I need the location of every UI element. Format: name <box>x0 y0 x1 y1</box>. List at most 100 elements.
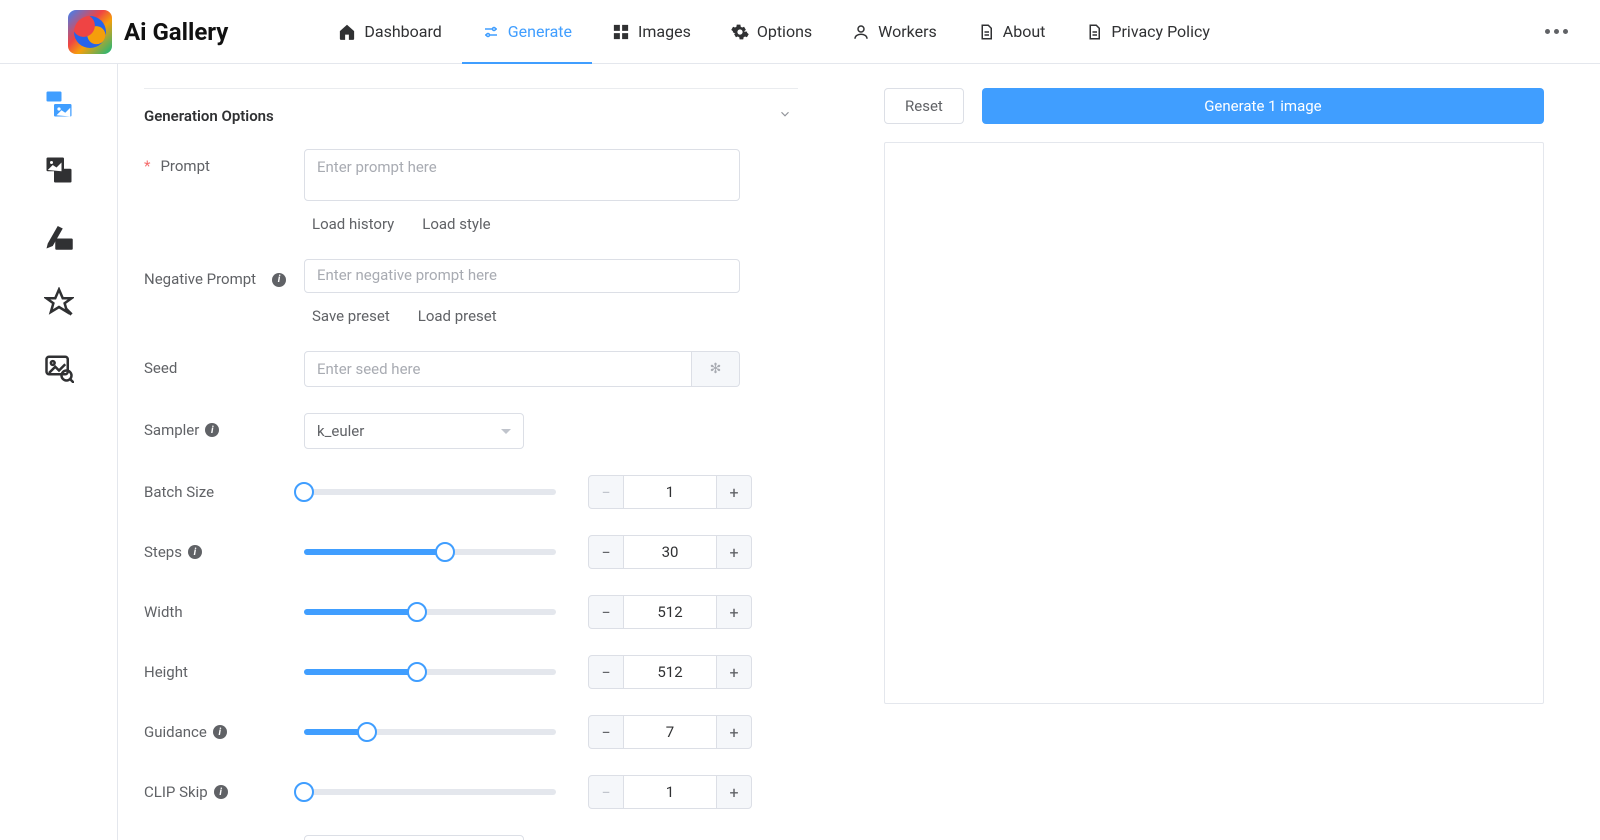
home-icon <box>338 23 356 41</box>
prompt-input[interactable] <box>304 149 740 201</box>
steps-label: Stepsi <box>144 535 304 561</box>
neg-prompt-input[interactable] <box>304 259 740 293</box>
width-slider[interactable] <box>304 609 556 615</box>
model-select[interactable]: stable_diffusion (36) <box>304 835 524 840</box>
nav-about[interactable]: About <box>957 0 1066 64</box>
batch-size-decrement: − <box>588 475 624 509</box>
slider-handle[interactable] <box>294 782 314 802</box>
topbar: Ai Gallery Dashboard Generate Images Opt… <box>0 0 1600 64</box>
steps-stepper: −30+ <box>588 535 752 569</box>
guidance-slider[interactable] <box>304 729 556 735</box>
height-decrement[interactable]: − <box>588 655 624 689</box>
nav-workers[interactable]: Workers <box>832 0 957 64</box>
guidance-increment[interactable]: + <box>716 715 752 749</box>
output-canvas <box>884 142 1544 704</box>
slider-handle[interactable] <box>407 662 427 682</box>
model-label: Modeli <box>144 835 304 840</box>
brand-logo-icon <box>68 10 112 54</box>
steps-increment[interactable]: + <box>716 535 752 569</box>
chevron-down-icon <box>778 107 792 125</box>
sidebar-interrogate[interactable] <box>43 352 75 384</box>
more-menu-button[interactable] <box>1537 21 1576 42</box>
info-icon[interactable]: i <box>214 785 228 799</box>
seed-label: Seed <box>144 351 304 377</box>
nav-label: Workers <box>878 22 937 41</box>
load-style-link[interactable]: Load style <box>422 215 490 233</box>
sidebar <box>0 64 118 840</box>
height-stepper: −512+ <box>588 655 752 689</box>
grid-icon <box>612 23 630 41</box>
load-history-link[interactable]: Load history <box>312 215 394 233</box>
nav-options[interactable]: Options <box>711 0 832 64</box>
height-value[interactable]: 512 <box>624 655 716 689</box>
height-increment[interactable]: + <box>716 655 752 689</box>
nav-label: About <box>1003 22 1046 41</box>
nav-privacy[interactable]: Privacy Policy <box>1065 0 1230 64</box>
guidance-label: Guidancei <box>144 715 304 741</box>
slider-handle[interactable] <box>357 722 377 742</box>
brand: Ai Gallery <box>68 10 228 54</box>
batch-size-increment[interactable]: + <box>716 475 752 509</box>
info-icon[interactable]: i <box>272 273 286 287</box>
nav-label: Privacy Policy <box>1111 22 1210 41</box>
height-slider[interactable] <box>304 669 556 675</box>
batch-size-stepper: −1+ <box>588 475 752 509</box>
generation-options-panel: Generation Options *Prompt Load history … <box>118 64 798 840</box>
clip-skip-increment[interactable]: + <box>716 775 752 809</box>
info-icon[interactable]: i <box>213 725 227 739</box>
steps-decrement[interactable]: − <box>588 535 624 569</box>
save-preset-link[interactable]: Save preset <box>312 307 390 325</box>
section-divider <box>144 88 798 89</box>
guidance-value[interactable]: 7 <box>624 715 716 749</box>
sidebar-inpaint[interactable] <box>43 220 75 252</box>
generate-button[interactable]: Generate 1 image <box>982 88 1544 124</box>
section-header[interactable]: Generation Options <box>144 107 798 125</box>
reset-button[interactable]: Reset <box>884 88 964 124</box>
sliders-icon <box>482 23 500 41</box>
load-preset-link[interactable]: Load preset <box>418 307 497 325</box>
steps-value[interactable]: 30 <box>624 535 716 569</box>
nav-dashboard[interactable]: Dashboard <box>318 0 461 64</box>
section-title: Generation Options <box>144 107 274 125</box>
seed-random-button[interactable]: ✻ <box>692 351 740 387</box>
clip-skip-slider[interactable] <box>304 789 556 795</box>
sidebar-text2img[interactable] <box>43 88 75 120</box>
clip-skip-label: CLIP Skipi <box>144 775 304 801</box>
nav-images[interactable]: Images <box>592 0 711 64</box>
nav-label: Images <box>638 22 691 41</box>
neg-prompt-label: Negative Prompt i <box>144 259 304 293</box>
sampler-select[interactable]: k_euler <box>304 413 524 449</box>
info-icon[interactable]: i <box>188 545 202 559</box>
steps-slider[interactable] <box>304 549 556 555</box>
clip-skip-stepper: −1+ <box>588 775 752 809</box>
top-nav: Dashboard Generate Images Options Worker… <box>318 0 1230 64</box>
width-increment[interactable]: + <box>716 595 752 629</box>
height-label: Height <box>144 655 304 681</box>
guidance-decrement[interactable]: − <box>588 715 624 749</box>
sidebar-rate[interactable] <box>43 286 75 318</box>
nav-label: Generate <box>508 22 572 41</box>
info-icon[interactable]: i <box>205 423 219 437</box>
width-label: Width <box>144 595 304 621</box>
output-panel: Reset Generate 1 image <box>798 64 1600 840</box>
slider-handle[interactable] <box>294 482 314 502</box>
random-icon: ✻ <box>710 361 722 377</box>
seed-input[interactable] <box>304 351 692 387</box>
nav-generate[interactable]: Generate <box>462 0 592 64</box>
slider-handle[interactable] <box>407 602 427 622</box>
nav-label: Dashboard <box>364 22 441 41</box>
guidance-stepper: −7+ <box>588 715 752 749</box>
width-value[interactable]: 512 <box>624 595 716 629</box>
sidebar-img2img[interactable] <box>43 154 75 186</box>
clip-skip-decrement: − <box>588 775 624 809</box>
batch-size-slider[interactable] <box>304 489 556 495</box>
width-stepper: −512+ <box>588 595 752 629</box>
slider-handle[interactable] <box>435 542 455 562</box>
brand-title: Ai Gallery <box>124 18 228 46</box>
document-icon <box>1085 23 1103 41</box>
nav-label: Options <box>757 22 812 41</box>
user-icon <box>852 23 870 41</box>
width-decrement[interactable]: − <box>588 595 624 629</box>
clip-skip-value[interactable]: 1 <box>624 775 716 809</box>
batch-size-value[interactable]: 1 <box>624 475 716 509</box>
